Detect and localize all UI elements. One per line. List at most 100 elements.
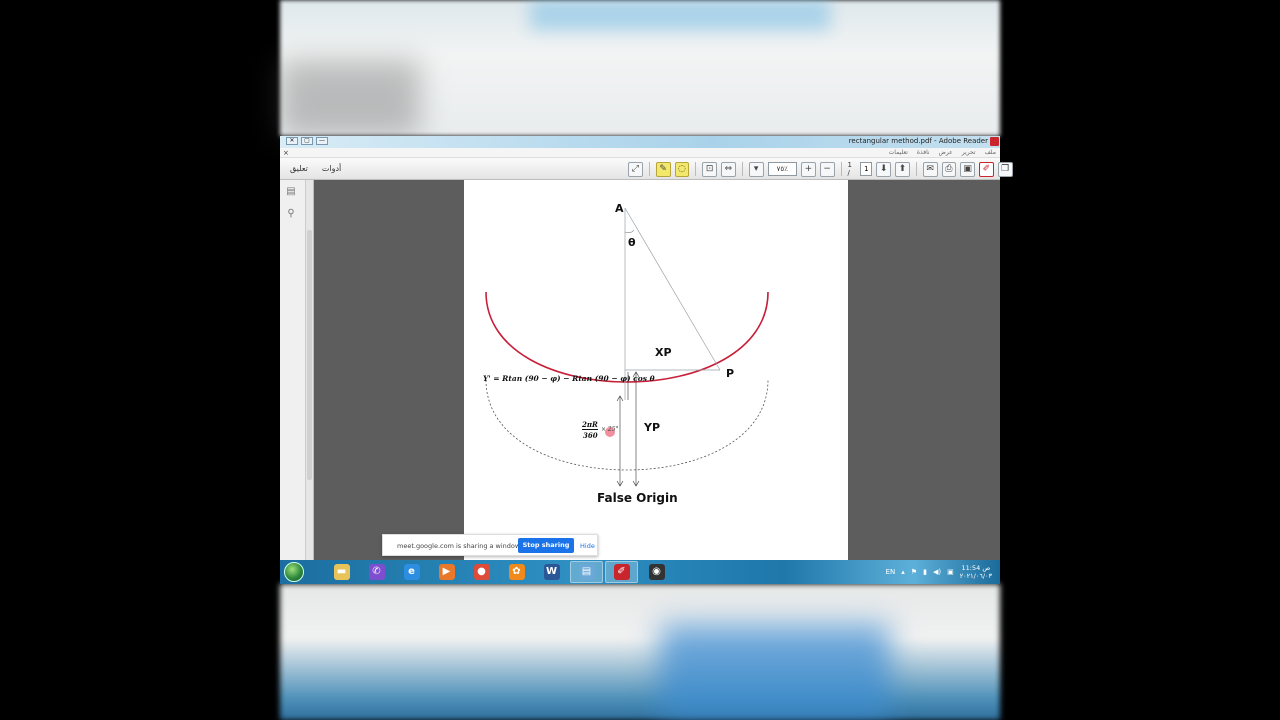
media-player-icon: ▶ [438, 564, 455, 580]
taskbar-apps: ▬ ✆ e ▶ ● ✿ W ▤ ✐ ◉ [325, 561, 673, 583]
taskbar-app-recorder[interactable]: ◉ [640, 561, 673, 583]
taskbar-app-files[interactable]: ▤ [570, 561, 603, 583]
point-a-label: A [615, 202, 624, 215]
screen: ✕ ▢ — rectangular method.pdf - Adobe Rea… [0, 0, 1280, 720]
next-page-icon[interactable]: ⬇ [876, 161, 891, 177]
network-signal-icon[interactable]: ▮ [923, 568, 927, 576]
zoom-in-icon[interactable]: + [801, 161, 816, 177]
menu-bar: × ملف تحرير عرض نافذة تعليمات [280, 148, 1000, 158]
explorer-folder-icon: ▬ [333, 564, 350, 580]
navigation-pane: ▤ ⚲ [280, 180, 314, 560]
scrollbar-thumb[interactable] [307, 230, 312, 480]
toolbar-divider [695, 162, 697, 176]
menu-view[interactable]: عرض [939, 149, 953, 156]
toolbar-divider [648, 162, 650, 176]
letterbox-right [1000, 0, 1280, 720]
zoom-input[interactable]: ٧٥٪ [767, 162, 798, 176]
toolbar-divider [915, 162, 917, 176]
display-icon[interactable]: ▣ [947, 568, 954, 576]
theta-label: θ [628, 236, 636, 249]
yp-label: YP [644, 421, 661, 434]
comment-bubble-icon[interactable]: ◌ [674, 161, 690, 177]
windows-taskbar: ▬ ✆ e ▶ ● ✿ W ▤ ✐ ◉ EN ▴ ⚑ ▮ ◀) ▣ 11:54 ص ٢٠٢١/٠٦… [280, 560, 1000, 584]
fit-page-icon[interactable]: ⊡ [702, 161, 718, 177]
taskbar-app-chrome[interactable]: ● [465, 561, 498, 583]
attachments-paperclip-icon[interactable]: ⚲ [285, 208, 297, 220]
letterbox-left [0, 0, 280, 720]
arc-formula-multiplier: × 25° [601, 426, 619, 433]
taskbar-app-orange-app[interactable]: ✿ [500, 561, 533, 583]
sticky-note-icon[interactable]: ✎ [655, 161, 671, 177]
expand-icon[interactable]: ⤢ [628, 161, 643, 177]
arc-formula-denominator: 360 [583, 431, 598, 440]
menu-file[interactable]: ملف [985, 149, 996, 156]
vertical-scrollbar[interactable] [305, 180, 313, 560]
menu-help[interactable]: تعليمات [889, 149, 908, 156]
taskbar-app-viber[interactable]: ✆ [360, 561, 393, 583]
menu-window[interactable]: نافذة [917, 149, 930, 156]
minimize-window-icon[interactable]: — [316, 137, 328, 145]
close-document-icon[interactable]: × [283, 149, 289, 157]
taskbar-app-adobe-reader[interactable]: ✐ [605, 561, 638, 583]
system-tray: EN ▴ ⚑ ▮ ◀) ▣ 11:54 ص ٢٠٢١/٠٦/٠٣ [886, 564, 992, 580]
show-hidden-icons-icon[interactable]: ▴ [901, 568, 905, 576]
previous-page-icon[interactable]: ⬆ [895, 161, 910, 177]
maximize-window-icon[interactable]: ▢ [301, 137, 313, 145]
window-title: rectangular method.pdf - Adobe Reader [848, 137, 988, 145]
clock[interactable]: 11:54 ص ٢٠٢١/٠٦/٠٣ [960, 564, 992, 580]
menu-items: ملف تحرير عرض نافذة تعليمات [889, 149, 996, 156]
pdf-page: A θ XP P YP False Origin Y' = Rtan (90 −… [464, 180, 848, 560]
language-indicator[interactable]: EN [886, 568, 896, 576]
zoom-dropdown-icon[interactable]: ▾ [748, 161, 764, 177]
save-icon[interactable]: ▣ [960, 161, 976, 177]
word-icon: W [543, 564, 560, 580]
toolbar-panels: تعليق أدوات [290, 164, 341, 173]
blurred-background-top [280, 0, 1000, 136]
theta-arc [624, 229, 635, 233]
tools-panel-button[interactable]: أدوات [322, 164, 341, 173]
adobe-logo-icon [990, 137, 999, 146]
toolbar-divider [741, 162, 743, 176]
open-file-icon[interactable]: ❐ [997, 161, 1013, 177]
point-p-label: P [726, 367, 735, 380]
menu-edit[interactable]: تحرير [962, 149, 976, 156]
start-button-windows-icon[interactable] [284, 562, 304, 582]
taskbar-app-explorer-folder[interactable]: ▬ [325, 561, 358, 583]
blurred-background-bottom [280, 584, 1000, 720]
screen-share-banner: meet.google.com is sharing a window. Sto… [382, 534, 598, 556]
viber-icon: ✆ [368, 564, 385, 580]
fit-width-icon[interactable]: ⇔ [721, 161, 736, 177]
orange-app-icon: ✿ [508, 564, 525, 580]
zoom-out-icon[interactable]: − [819, 161, 835, 177]
toolbar-buttons: ⤢ ✎ ◌ ⊡ ⇔ ▾ ٧٥٪ + − 1 / 1 ⬇ ⬆ ✉ ⎙ ▣ ✐ ❐ [628, 161, 1013, 177]
y-prime-formula: Y' = Rtan (90 − φ) − Rtan (90 − φ) cos θ [483, 374, 655, 383]
hide-button[interactable]: Hide [580, 542, 595, 550]
page-number-input[interactable]: 1 [860, 162, 873, 176]
pages-thumbnail-icon[interactable]: ▤ [285, 186, 297, 198]
window-controls: ✕ ▢ — [286, 137, 328, 145]
recorder-icon: ◉ [648, 564, 665, 580]
adobe-reader-icon: ✐ [613, 564, 630, 580]
close-window-icon[interactable]: ✕ [286, 137, 298, 145]
page-total: 1 / [847, 161, 853, 177]
email-icon[interactable]: ✉ [922, 161, 938, 177]
share-message: meet.google.com is sharing a window. [397, 542, 522, 550]
taskbar-app-word[interactable]: W [535, 561, 568, 583]
clock-date: ٢٠٢١/٠٦/٠٣ [959, 572, 992, 580]
volume-icon[interactable]: ◀) [933, 568, 941, 576]
title-bar: ✕ ▢ — rectangular method.pdf - Adobe Rea… [280, 136, 1000, 148]
false-origin-label: False Origin [597, 491, 678, 505]
toolbar: تعليق أدوات ⤢ ✎ ◌ ⊡ ⇔ ▾ ٧٥٪ + − 1 / 1 ⬇ [280, 158, 1013, 180]
clock-time: 11:54 ص [961, 564, 991, 572]
stop-sharing-button[interactable]: Stop sharing [518, 538, 574, 553]
print-icon[interactable]: ⎙ [941, 161, 957, 177]
create-pdf-icon[interactable]: ✐ [979, 161, 994, 177]
taskbar-app-media-player[interactable]: ▶ [430, 561, 463, 583]
false-origin-dashed-arc [485, 379, 769, 471]
adobe-reader-window: ✕ ▢ — rectangular method.pdf - Adobe Rea… [280, 136, 1013, 584]
comment-panel-button[interactable]: تعليق [290, 164, 308, 173]
arc-formula-numerator: 2πR [582, 420, 598, 430]
taskbar-app-internet-explorer[interactable]: e [395, 561, 428, 583]
document-viewer[interactable]: A θ XP P YP False Origin Y' = Rtan (90 −… [314, 180, 1000, 560]
flag-icon[interactable]: ⚑ [911, 568, 917, 576]
